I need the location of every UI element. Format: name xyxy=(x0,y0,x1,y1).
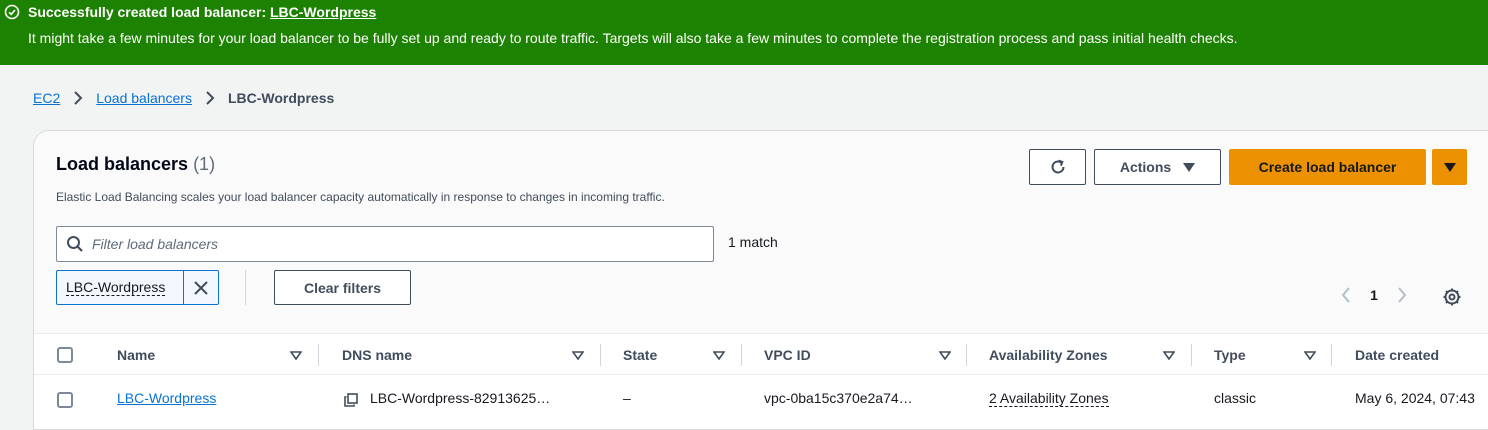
row-vpc-id: vpc-0ba15c370e2a74… xyxy=(764,390,913,406)
search-icon xyxy=(67,236,83,252)
sort-caret-icon xyxy=(939,351,951,360)
chevron-left-icon xyxy=(1341,287,1350,303)
match-count: 1 match xyxy=(728,234,778,250)
clear-filters-label: Clear filters xyxy=(303,279,382,296)
filter-input[interactable] xyxy=(92,236,692,252)
banner-message: It might take a few minutes for your loa… xyxy=(28,30,1238,46)
filter-search-box xyxy=(56,226,714,262)
row-date-created: May 6, 2024, 07:43 xyxy=(1355,390,1475,406)
refresh-button[interactable] xyxy=(1029,149,1086,185)
title-count: (1) xyxy=(193,154,216,174)
column-divider xyxy=(741,344,742,366)
breadcrumb-ec2-link[interactable]: EC2 xyxy=(33,90,60,106)
success-banner: Successfully created load balancer: LBC-… xyxy=(0,0,1488,65)
row-select-checkbox[interactable] xyxy=(57,392,73,408)
row-availability-zones-text: 2 Availability Zones xyxy=(989,390,1109,407)
close-icon xyxy=(194,280,208,295)
table-header-area: Load balancers (1) Elastic Load Balancin… xyxy=(34,131,1488,333)
row-state: – xyxy=(623,390,631,406)
filter-token-label: LBC-Wordpress xyxy=(57,271,184,304)
current-page-number[interactable]: 1 xyxy=(1358,287,1390,303)
filter-token-text: LBC-Wordpress xyxy=(66,279,166,296)
caret-down-icon xyxy=(1443,162,1456,172)
load-balancers-table-container: Load balancers (1) Elastic Load Balancin… xyxy=(33,130,1488,430)
caret-down-icon xyxy=(1183,162,1196,172)
row-type: classic xyxy=(1214,390,1257,406)
actions-button[interactable]: Actions xyxy=(1094,149,1221,185)
column-header-label: DNS name xyxy=(342,347,413,363)
column-header-state[interactable]: State xyxy=(623,334,733,376)
gear-icon[interactable] xyxy=(1442,287,1462,307)
column-divider xyxy=(600,344,601,366)
page-title: Load balancers (1) xyxy=(56,154,215,175)
column-divider xyxy=(966,344,967,366)
copy-icon[interactable] xyxy=(344,393,358,407)
sort-caret-icon xyxy=(1163,351,1175,360)
page-description: Elastic Load Balancing scales your load … xyxy=(56,190,665,204)
column-header-label: VPC ID xyxy=(764,347,811,363)
create-load-balancer-button[interactable]: Create load balancer xyxy=(1229,149,1426,185)
table-row: LBC-Wordpress LBC-Wordpress-82913625… – … xyxy=(34,375,1488,425)
column-header-dns-name[interactable]: DNS name xyxy=(342,334,592,376)
row-availability-zones[interactable]: 2 Availability Zones xyxy=(989,390,1109,407)
column-divider xyxy=(1331,344,1332,366)
sort-caret-icon xyxy=(1304,351,1316,360)
column-header-label: Availability Zones xyxy=(989,347,1108,363)
chevron-right-icon xyxy=(192,90,228,106)
create-options-dropdown[interactable] xyxy=(1432,149,1467,185)
filter-divider xyxy=(245,270,246,305)
column-header-label: Date created xyxy=(1355,347,1440,363)
column-header-vpc-id[interactable]: VPC ID xyxy=(764,334,964,376)
title-text: Load balancers xyxy=(56,154,189,174)
row-dns-name: LBC-Wordpress-82913625… xyxy=(370,390,551,406)
select-all-checkbox[interactable] xyxy=(57,347,73,363)
sort-caret-icon xyxy=(290,351,302,360)
previous-page-button[interactable] xyxy=(1334,283,1358,307)
row-name-link[interactable]: LBC-Wordpress xyxy=(117,390,216,406)
next-page-button[interactable] xyxy=(1390,283,1414,307)
breadcrumb-load-balancers-link[interactable]: Load balancers xyxy=(96,90,192,106)
column-header-label: State xyxy=(623,347,658,363)
column-header-availability-zones[interactable]: Availability Zones xyxy=(989,334,1189,376)
filter-token: LBC-Wordpress xyxy=(56,270,219,305)
clear-filters-button[interactable]: Clear filters xyxy=(274,270,411,305)
column-header-name[interactable]: Name xyxy=(117,334,309,376)
breadcrumb-current: LBC-Wordpress xyxy=(227,90,335,106)
sort-caret-icon xyxy=(572,351,584,360)
check-circle-icon xyxy=(4,4,20,20)
column-header-date-created[interactable]: Date created xyxy=(1355,334,1439,376)
table-header-row: Name DNS name State VPC ID Availability … xyxy=(34,333,1488,375)
column-header-type[interactable]: Type xyxy=(1214,334,1324,376)
create-label: Create load balancer xyxy=(1258,159,1397,175)
sort-caret-icon xyxy=(713,351,725,360)
breadcrumb: EC2 Load balancers LBC-Wordpress xyxy=(33,90,334,106)
chevron-right-icon xyxy=(1398,287,1407,303)
pagination: 1 xyxy=(1334,283,1414,307)
actions-label: Actions xyxy=(1119,159,1172,175)
column-header-label: Name xyxy=(117,347,156,363)
column-header-label: Type xyxy=(1214,347,1246,363)
filter-token-dismiss-button[interactable] xyxy=(184,271,218,304)
banner-title-prefix: Successfully created load balancer: xyxy=(28,4,267,20)
refresh-icon xyxy=(1051,159,1064,174)
banner-title: Successfully created load balancer: LBC-… xyxy=(28,4,376,20)
banner-load-balancer-link[interactable]: LBC-Wordpress xyxy=(270,4,376,20)
column-divider xyxy=(318,344,319,366)
chevron-right-icon xyxy=(60,90,96,106)
column-divider xyxy=(1191,344,1192,366)
